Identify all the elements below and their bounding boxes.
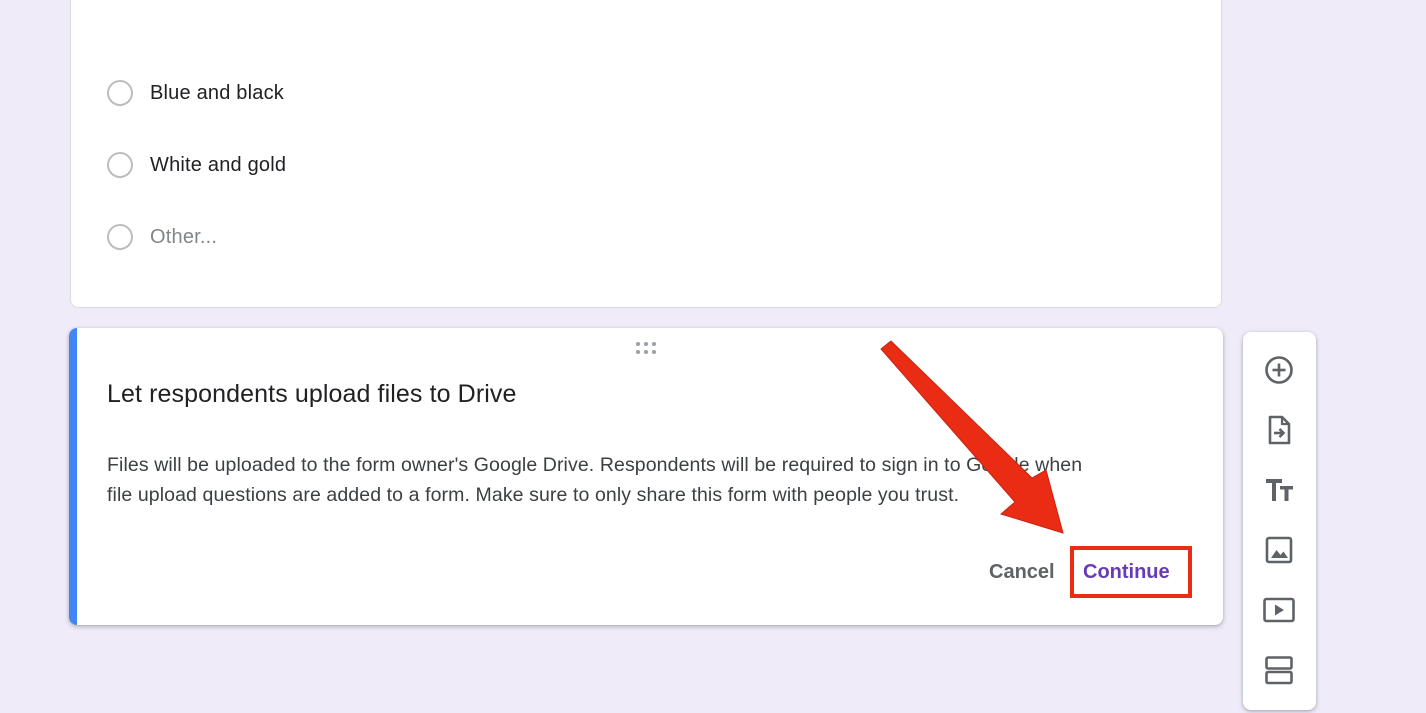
option-label: Other... bbox=[150, 225, 218, 248]
section-icon bbox=[1265, 656, 1293, 685]
add-circle-icon bbox=[1265, 356, 1293, 384]
dialog-message: Files will be uploaded to the form owner… bbox=[107, 450, 1187, 510]
radio-button[interactable] bbox=[107, 152, 133, 178]
drag-handle-icon[interactable] bbox=[636, 342, 660, 354]
upload-files-dialog: Let respondents upload files to Drive Fi… bbox=[69, 328, 1223, 625]
cancel-button[interactable]: Cancel bbox=[989, 561, 1055, 584]
option-other[interactable]: Other... bbox=[107, 222, 217, 252]
add-video-button[interactable] bbox=[1261, 592, 1297, 628]
add-image-button[interactable] bbox=[1261, 532, 1297, 568]
image-icon bbox=[1265, 536, 1293, 564]
option-label: Blue and black bbox=[150, 81, 285, 104]
continue-button[interactable]: Continue bbox=[1083, 561, 1170, 584]
import-questions-button[interactable] bbox=[1261, 412, 1297, 448]
radio-button[interactable] bbox=[107, 80, 133, 106]
option-blue-and-black[interactable]: Blue and black bbox=[107, 78, 284, 108]
dialog-title: Let respondents upload files to Drive bbox=[107, 380, 517, 408]
title-text-icon bbox=[1266, 479, 1293, 501]
question-toolbar bbox=[1243, 332, 1316, 710]
import-questions-icon bbox=[1268, 415, 1291, 445]
add-question-button[interactable] bbox=[1261, 352, 1297, 388]
option-white-and-gold[interactable]: White and gold bbox=[107, 150, 286, 180]
active-card-accent bbox=[69, 328, 77, 625]
option-label: White and gold bbox=[150, 153, 287, 176]
video-icon bbox=[1263, 597, 1295, 623]
dialog-message-line: file upload questions are added to a for… bbox=[107, 484, 960, 506]
radio-button[interactable] bbox=[107, 224, 133, 250]
add-section-button[interactable] bbox=[1261, 652, 1297, 688]
question-card: Blue and black White and gold Other... bbox=[70, 0, 1222, 308]
dialog-message-line: Files will be uploaded to the form owner… bbox=[107, 454, 1083, 476]
add-title-button[interactable] bbox=[1261, 472, 1297, 508]
